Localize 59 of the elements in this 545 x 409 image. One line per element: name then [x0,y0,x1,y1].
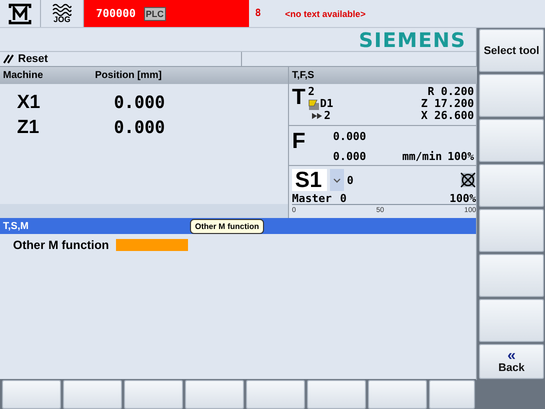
spindle-name: S1 [294,169,323,191]
next-tool-icon [312,113,322,119]
axis-name: Z1 [16,116,40,138]
wave-icon [52,3,72,16]
cutting-edge: D1 [320,98,334,110]
axis-name: X1 [16,92,42,114]
blank-softkey[interactable] [2,380,61,409]
axis-position: 0.000 [112,92,165,112]
tool-insert-icon [308,98,320,110]
blank-softkey[interactable] [479,74,544,117]
blank-softkey[interactable] [479,254,544,297]
panel-title: T,F,S [292,70,314,81]
tool-offset: R 0.200 [426,86,474,98]
blank-softkey[interactable] [368,380,427,409]
machine-mode-icon[interactable] [8,2,32,24]
mode-label: JOG [54,16,70,24]
spindle-stop-icon [460,172,476,188]
alarm-number: 700000 [96,7,136,20]
next-tool: 2 [324,110,331,122]
column-header: Machine [3,70,44,81]
blank-softkey[interactable] [479,164,544,207]
section-title: T,S,M [3,220,29,232]
tool-offset: X 26.600 [421,110,474,122]
tooltip: Other M function [190,219,264,234]
blank-softkey[interactable] [246,380,305,409]
alarm-count: 8 [255,8,262,19]
feed-override: 100% [446,150,474,162]
axis-position: 0.000 [112,118,165,138]
brand-logo: SIEMENS [358,28,466,52]
channel-status: Reset [18,53,48,65]
spindle-value: 0 [340,192,348,204]
blank-softkey[interactable] [185,380,244,409]
blank-softkey[interactable] [479,119,544,162]
column-header: Position [mm] [95,70,162,81]
m-function-field[interactable] [116,238,188,250]
field-label: Other M function [13,238,110,252]
spindle-override: 100% [450,192,476,204]
slash-icon [3,54,14,64]
blank-softkey[interactable] [307,380,366,409]
feed-actual: 0.000 [333,130,368,142]
blank-softkey[interactable] [124,380,183,409]
blank-softkey[interactable] [63,380,122,409]
blank-softkey[interactable] [479,299,544,342]
tool-number: 2 [308,86,316,98]
feed-set: 0.000 [333,150,368,162]
blank-softkey[interactable] [479,209,544,252]
back-softkey[interactable]: « Back [479,344,544,379]
chevron-down-icon [332,178,341,182]
plc-badge: PLC [144,6,166,20]
spindle-dropdown[interactable] [330,169,344,191]
spindle-speed: 0 [346,174,354,186]
feed-letter: F [292,130,306,152]
tool-offset: Z 17.200 [421,98,474,110]
feed-unit: mm/min [401,150,442,162]
blank-softkey[interactable] [429,380,475,409]
tool-letter: T [292,86,306,111]
select-tool-softkey[interactable]: Select tool [479,29,544,72]
spindle-role: Master [292,192,333,204]
alarm-message: <no text available> [285,8,366,18]
